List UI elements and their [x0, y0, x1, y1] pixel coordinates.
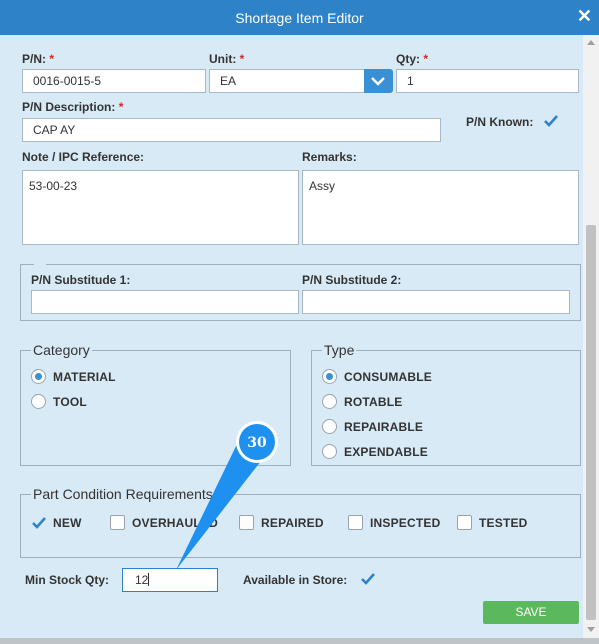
category-tool-radio[interactable]: [31, 394, 46, 409]
condition-repaired-checkbox[interactable]: [239, 515, 254, 530]
scroll-down-icon[interactable]: [587, 627, 595, 632]
scroll-thumb[interactable]: [586, 225, 596, 620]
type-consumable-radio[interactable]: [322, 369, 337, 384]
unit-dropdown-button[interactable]: [364, 69, 393, 93]
part-condition-legend: Part Condition Requirements: [31, 486, 215, 502]
unit-label: Unit: *: [209, 52, 245, 66]
substitutes-legend-gap: [34, 261, 46, 267]
type-rotable-label: ROTABLE: [344, 395, 403, 409]
condition-inspected-label: INSPECTED: [370, 516, 441, 530]
type-legend: Type: [322, 342, 357, 358]
condition-new-checkmark-icon[interactable]: [31, 515, 47, 531]
close-icon[interactable]: ✕: [577, 7, 592, 25]
pn-description-input[interactable]: CAP AY: [22, 118, 441, 142]
dialog-titlebar: Shortage Item Editor ✕: [0, 0, 599, 35]
pn-description-label: P/N Description: *: [22, 100, 124, 114]
condition-inspected-checkbox[interactable]: [348, 515, 363, 530]
substitute1-label: P/N Substitude 1:: [31, 273, 131, 287]
scroll-up-icon[interactable]: [587, 40, 595, 45]
note-label: Note / IPC Reference:: [22, 150, 145, 164]
dialog-content: P/N: * 0016-0015-5 Unit: * EA Qty: * 1 P…: [0, 35, 583, 638]
condition-new-label: NEW: [53, 516, 82, 530]
type-repairable-label: REPAIRABLE: [344, 420, 424, 434]
condition-overhauled-checkbox[interactable]: [110, 515, 125, 530]
condition-overhauled-label: OVERHAULED: [132, 516, 219, 530]
text-cursor: [148, 573, 150, 586]
substitute2-label: P/N Substitude 2:: [302, 273, 402, 287]
substitute1-input[interactable]: [31, 290, 299, 314]
min-stock-label: Min Stock Qty:: [25, 573, 110, 587]
min-stock-input[interactable]: 12: [122, 568, 218, 592]
type-repairable-radio[interactable]: [322, 419, 337, 434]
condition-repaired-label: REPAIRED: [261, 516, 324, 530]
pn-label: P/N: *: [22, 52, 55, 66]
substitute2-input[interactable]: [302, 290, 570, 314]
category-material-radio[interactable]: [31, 369, 46, 384]
type-consumable-label: CONSUMABLE: [344, 370, 432, 384]
pn-input[interactable]: 0016-0015-5: [22, 69, 206, 93]
category-legend: Category: [31, 342, 92, 358]
condition-tested-checkbox[interactable]: [457, 515, 472, 530]
qty-label: Qty: *: [396, 52, 429, 66]
dialog-title: Shortage Item Editor: [235, 10, 364, 26]
save-button[interactable]: SAVE: [483, 601, 579, 624]
dialog-bottom-edge: [0, 638, 599, 644]
available-in-store-checkmark-icon[interactable]: [360, 571, 376, 587]
category-tool-label: TOOL: [53, 395, 87, 409]
remarks-label: Remarks:: [302, 150, 357, 164]
qty-input[interactable]: 1: [396, 69, 579, 93]
note-textarea[interactable]: 53-00-23: [22, 170, 299, 245]
pn-known-label: P/N Known:: [466, 115, 534, 129]
remarks-textarea[interactable]: Assy: [302, 170, 579, 245]
chevron-down-icon: [371, 77, 385, 86]
unit-select[interactable]: EA: [209, 69, 365, 93]
type-expendable-radio[interactable]: [322, 444, 337, 459]
pn-known-checkmark-icon[interactable]: [543, 113, 559, 129]
scrollbar[interactable]: [583, 35, 599, 638]
condition-tested-label: TESTED: [479, 516, 528, 530]
category-material-label: MATERIAL: [53, 370, 116, 384]
available-in-store-label: Available in Store:: [243, 573, 348, 587]
type-expendable-label: EXPENDABLE: [344, 445, 429, 459]
type-rotable-radio[interactable]: [322, 394, 337, 409]
